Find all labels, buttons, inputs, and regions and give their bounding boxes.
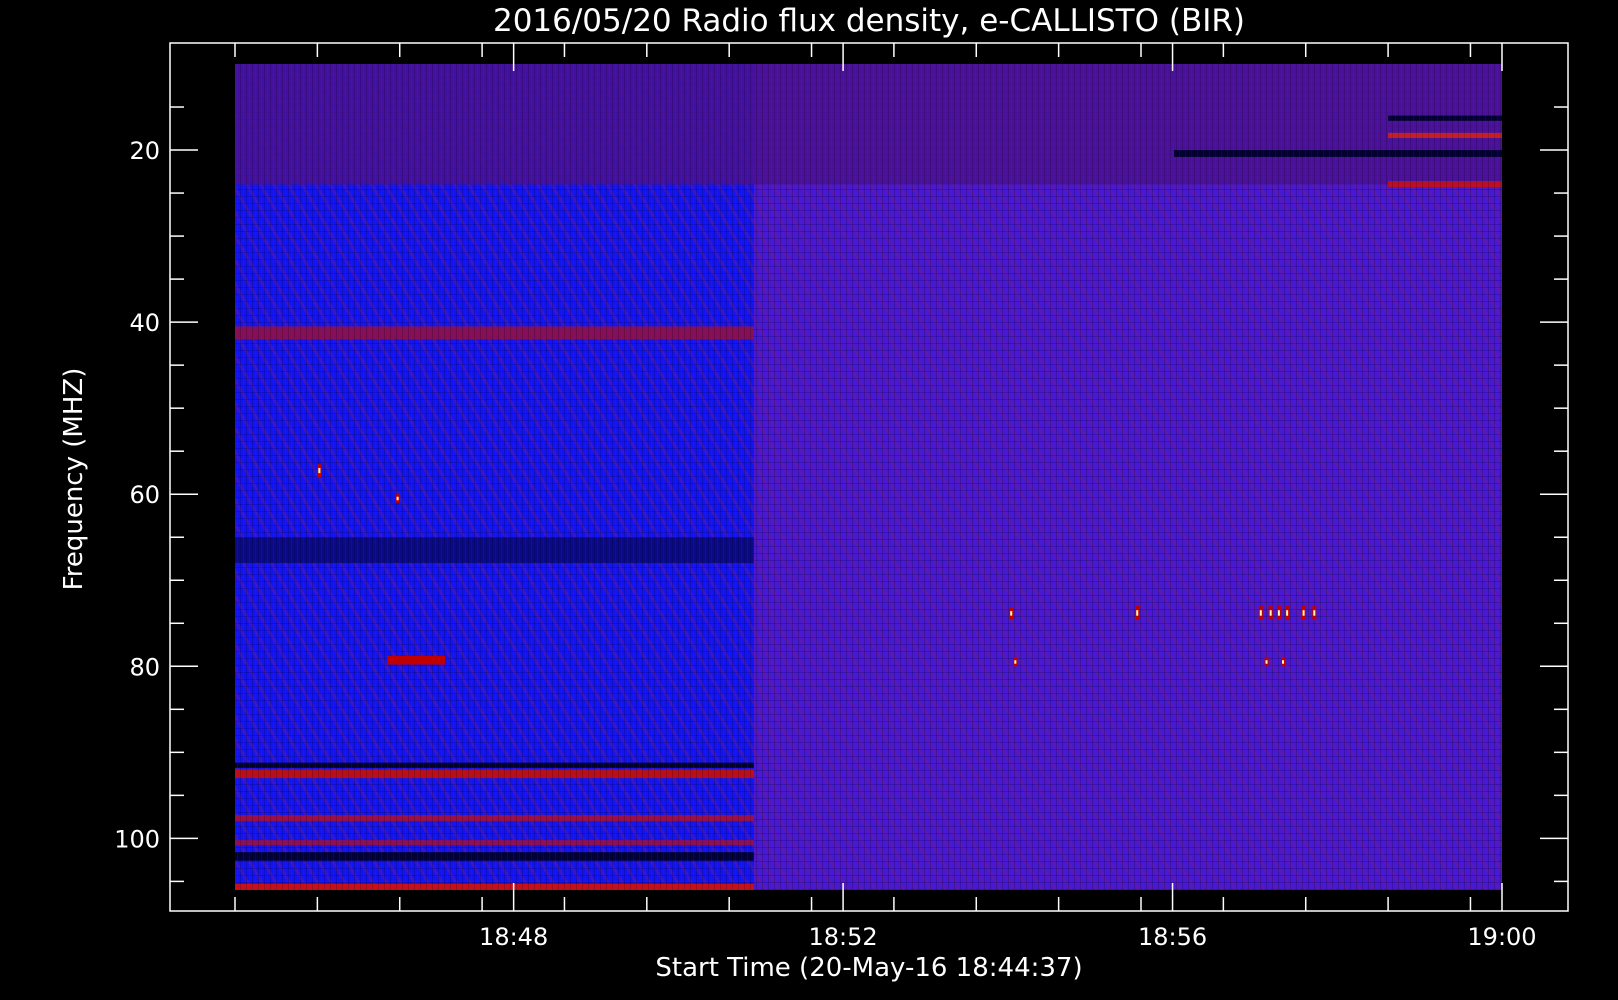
chart-title: 2016/05/20 Radio flux density, e-CALLIST…: [493, 3, 1245, 39]
y-tick-label: 80: [129, 653, 160, 681]
x-tick-label: 18:48: [479, 923, 548, 951]
y-tick-label: 60: [129, 481, 160, 509]
radio-burst-core: [1269, 610, 1272, 616]
radio-burst-core: [1265, 660, 1268, 664]
radio-burst-core: [1277, 610, 1280, 616]
y-axis-label: Frequency (MHZ): [59, 368, 89, 591]
radio-burst-core: [1302, 610, 1305, 616]
radio-burst: [387, 655, 446, 665]
x-tick-label: 18:56: [1138, 923, 1207, 951]
y-tick-label: 40: [129, 309, 160, 337]
y-tick-label: 20: [129, 137, 160, 165]
radio-burst-core: [1286, 610, 1289, 616]
radio-burst-core: [1259, 610, 1262, 616]
x-tick-label: 18:52: [809, 923, 878, 951]
radio-burst-core: [1282, 660, 1285, 664]
spectrogram-image: [235, 64, 1502, 890]
radio-burst-core: [1010, 611, 1013, 616]
spectrogram-vertical-noise: [235, 64, 1502, 890]
radio-burst-core: [1313, 610, 1316, 616]
spectrogram-chart: 2016/05/20 Radio flux density, e-CALLIST…: [0, 0, 1618, 1000]
x-axis-label: Start Time (20-May-16 18:44:37): [655, 953, 1082, 983]
radio-burst-core: [396, 496, 399, 501]
radio-burst-core: [318, 467, 321, 474]
x-tick-label: 19:00: [1467, 923, 1536, 951]
radio-burst-core: [1136, 610, 1139, 616]
radio-burst-core: [1014, 660, 1017, 664]
y-tick-label: 100: [114, 825, 160, 853]
